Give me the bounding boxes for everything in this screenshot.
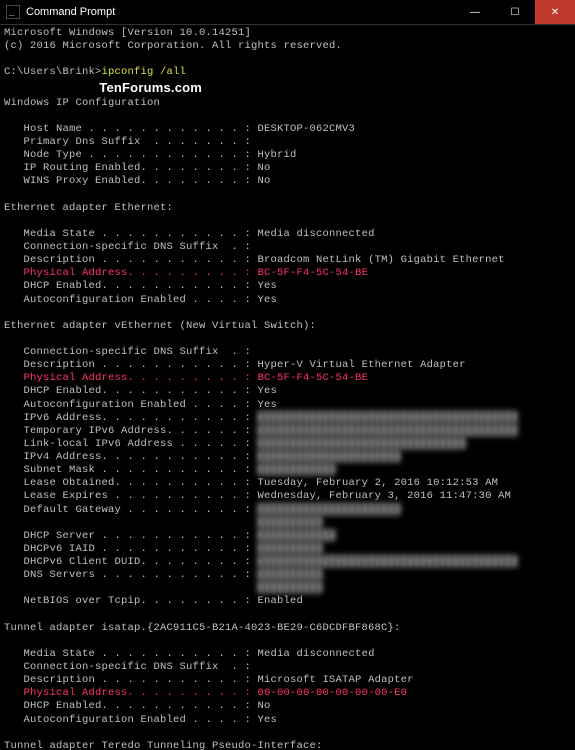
eth-media-value: Media disconnected <box>258 228 375 240</box>
isa-phys-label: Physical Address. . . . . . . . . : <box>4 687 258 699</box>
isa-desc-value: Microsoft ISATAP Adapter <box>258 674 414 686</box>
isa-desc-label: Description . . . . . . . . . . . : <box>4 674 258 686</box>
wins-proxy-label: WINS Proxy Enabled. . . . . . . . : <box>4 175 258 187</box>
host-name-label: Host Name . . . . . . . . . . . . : <box>4 123 258 135</box>
eth-phys-value: BC-5F-F4-5C-54-BE <box>258 267 369 279</box>
veth-gateway-blur2: ██████████ <box>4 517 323 529</box>
eth-auto-label: Autoconfiguration Enabled . . . . : <box>4 294 258 306</box>
veth-gateway-label: Default Gateway . . . . . . . . . : <box>4 504 258 516</box>
section-title-vethernet: Ethernet adapter vEthernet (New Virtual … <box>4 320 316 332</box>
isa-media-label: Media State . . . . . . . . . . . : <box>4 648 258 660</box>
veth-duid-label: DHCPv6 Client DUID. . . . . . . . : <box>4 556 258 568</box>
eth-desc-label: Description . . . . . . . . . . . : <box>4 254 258 266</box>
veth-gateway-blur: ██████████████████████ <box>258 504 401 516</box>
titlebar-left: _ Command Prompt <box>0 5 115 19</box>
window-title: Command Prompt <box>26 6 115 18</box>
section-title-isatap: Tunnel adapter isatap.{2AC911C5-B21A-402… <box>4 622 401 634</box>
isa-media-value: Media disconnected <box>258 648 375 660</box>
window-controls: — ☐ ✕ <box>455 0 575 24</box>
window-titlebar: _ Command Prompt — ☐ ✕ <box>0 0 575 25</box>
isa-auto-value: Yes <box>258 714 278 726</box>
veth-iaid-blur: ██████████ <box>258 543 323 555</box>
primary-dns-label: Primary Dns Suffix . . . . . . . : <box>4 136 251 148</box>
veth-dnsservers-blur2: ██████████ <box>4 582 323 594</box>
minimize-button[interactable]: — <box>455 0 495 24</box>
veth-lease-obt-label: Lease Obtained. . . . . . . . . . : <box>4 477 258 489</box>
veth-lease-exp-value: Wednesday, February 3, 2016 11:47:30 AM <box>258 490 512 502</box>
eth-dhcp-value: Yes <box>258 280 278 292</box>
watermark-text: TenForums.com <box>4 80 202 95</box>
maximize-button[interactable]: ☐ <box>495 0 535 24</box>
veth-duid-blur: ████████████████████████████████████████ <box>258 556 518 568</box>
veth-tmpipv6-blur: ████████████████████████████████████████ <box>258 425 518 437</box>
veth-llipv6-blur: ████████████████████████████████ <box>258 438 466 450</box>
isa-dhcp-label: DHCP Enabled. . . . . . . . . . . : <box>4 700 258 712</box>
ip-routing-label: IP Routing Enabled. . . . . . . . : <box>4 162 258 174</box>
veth-dhcpserver-label: DHCP Server . . . . . . . . . . . : <box>4 530 258 542</box>
veth-subnet-label: Subnet Mask . . . . . . . . . . . : <box>4 464 258 476</box>
veth-dhcp-value: Yes <box>258 385 278 397</box>
veth-dhcp-label: DHCP Enabled. . . . . . . . . . . : <box>4 385 258 397</box>
veth-iaid-label: DHCPv6 IAID . . . . . . . . . . . : <box>4 543 258 555</box>
isa-dns-label: Connection-specific DNS Suffix . : <box>4 661 251 673</box>
veth-llipv6-label: Link-local IPv6 Address . . . . . : <box>4 438 258 450</box>
veth-dhcpserver-blur: ████████████ <box>258 530 336 542</box>
veth-lease-exp-label: Lease Expires . . . . . . . . . . : <box>4 490 258 502</box>
node-type-value: Hybrid <box>258 149 297 161</box>
section-title-ipconfig: Windows IP Configuration <box>4 97 160 109</box>
veth-subnet-blur: ████████████ <box>258 464 336 476</box>
veth-dnsservers-label: DNS Servers . . . . . . . . . . . : <box>4 569 258 581</box>
veth-ipv4-blur: ██████████████████████ <box>258 451 401 463</box>
ip-routing-value: No <box>258 162 271 174</box>
cmd-icon: _ <box>6 5 20 19</box>
veth-tmpipv6-label: Temporary IPv6 Address. . . . . . : <box>4 425 258 437</box>
wins-proxy-value: No <box>258 175 271 187</box>
veth-desc-label: Description . . . . . . . . . . . : <box>4 359 258 371</box>
eth-media-label: Media State . . . . . . . . . . . : <box>4 228 258 240</box>
veth-desc-value: Hyper-V Virtual Ethernet Adapter <box>258 359 466 371</box>
veth-lease-obt-value: Tuesday, February 2, 2016 10:12:53 AM <box>258 477 499 489</box>
veth-phys-value: BC-5F-F4-5C-54-BE <box>258 372 369 384</box>
isa-phys-value: 00-00-00-00-00-00-00-E0 <box>258 687 408 699</box>
veth-auto-label: Autoconfiguration Enabled . . . . : <box>4 399 258 411</box>
veth-ipv4-label: IPv4 Address. . . . . . . . . . . : <box>4 451 258 463</box>
veth-netbios-label: NetBIOS over Tcpip. . . . . . . . : <box>4 595 258 607</box>
prompt-path: C:\Users\Brink> <box>4 66 102 78</box>
veth-ipv6-label: IPv6 Address. . . . . . . . . . . : <box>4 412 258 424</box>
section-title-ethernet: Ethernet adapter Ethernet: <box>4 202 173 214</box>
isa-auto-label: Autoconfiguration Enabled . . . . : <box>4 714 258 726</box>
eth-dns-label: Connection-specific DNS Suffix . : <box>4 241 251 253</box>
eth-auto-value: Yes <box>258 294 278 306</box>
svg-text:_: _ <box>8 8 15 18</box>
veth-netbios-value: Enabled <box>258 595 304 607</box>
section-title-teredo: Tunnel adapter Teredo Tunneling Pseudo-I… <box>4 740 323 750</box>
veth-ipv6-blur: ████████████████████████████████████████ <box>258 412 518 424</box>
node-type-label: Node Type . . . . . . . . . . . . : <box>4 149 258 161</box>
veth-phys-label: Physical Address. . . . . . . . . : <box>4 372 258 384</box>
veth-dnsservers-blur: ██████████ <box>258 569 323 581</box>
host-name-value: DESKTOP-062CMV3 <box>258 123 356 135</box>
veth-dns-label: Connection-specific DNS Suffix . : <box>4 346 251 358</box>
command-text: ipconfig /all <box>102 66 187 78</box>
isa-dhcp-value: No <box>258 700 271 712</box>
copyright-line: (c) 2016 Microsoft Corporation. All righ… <box>4 40 342 52</box>
eth-desc-value: Broadcom NetLink (TM) Gigabit Ethernet <box>258 254 505 266</box>
terminal-output[interactable]: Microsoft Windows [Version 10.0.14251] (… <box>0 25 575 750</box>
close-button[interactable]: ✕ <box>535 0 575 24</box>
veth-auto-value: Yes <box>258 399 278 411</box>
eth-phys-label: Physical Address. . . . . . . . . : <box>4 267 258 279</box>
version-line: Microsoft Windows [Version 10.0.14251] <box>4 27 251 39</box>
eth-dhcp-label: DHCP Enabled. . . . . . . . . . . : <box>4 280 258 292</box>
